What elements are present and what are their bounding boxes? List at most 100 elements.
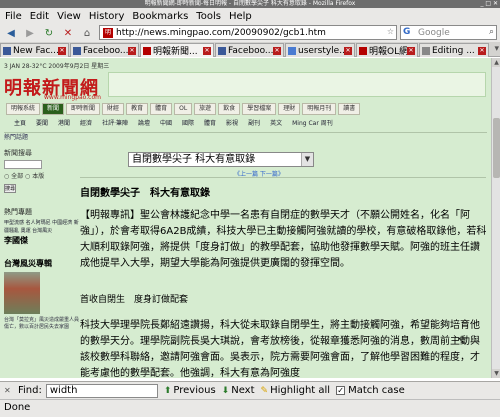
menu-edit[interactable]: Edit: [27, 11, 52, 22]
site-tab[interactable]: 教育: [126, 103, 149, 115]
section-link[interactable]: Ming Car 周刊: [292, 118, 333, 128]
stop-icon[interactable]: ✕: [60, 25, 76, 41]
ad-banner[interactable]: [108, 72, 486, 97]
forward-arrow-icon[interactable]: ▶: [22, 25, 38, 41]
article-body: 科技大學理學院長鄭紹遠讚揚，科大從未取錄自閉學生，將主動接觸阿強，希望能夠培育他…: [80, 320, 480, 378]
search-bar[interactable]: G Google ⌕: [400, 25, 497, 40]
editing-icon: [422, 46, 430, 55]
news-search-input[interactable]: [4, 160, 42, 169]
window-title: 明報新聞網-即時新聞-每日明報 - 自閉數學尖子 科大有意取錄 - Mozill…: [144, 0, 356, 7]
close-icon[interactable]: ✕: [128, 46, 136, 55]
tab-facebook-1[interactable]: Faceboo... ✕: [70, 43, 139, 57]
hot-topic-name[interactable]: 李國傑: [4, 235, 80, 246]
close-icon[interactable]: ✕: [478, 46, 486, 55]
divider: [80, 177, 486, 178]
menu-tools[interactable]: Tools: [193, 11, 224, 22]
find-input[interactable]: width: [45, 383, 158, 398]
section-link[interactable]: 要聞: [36, 118, 48, 128]
section-link[interactable]: 國際: [182, 118, 194, 128]
back-arrow-icon[interactable]: ◀: [3, 25, 19, 41]
site-tab[interactable]: 明報月刊: [302, 103, 337, 115]
site-tab[interactable]: 理財: [278, 103, 301, 115]
close-icon[interactable]: ✕: [344, 46, 352, 55]
section-link[interactable]: 社評·筆陣: [102, 118, 128, 128]
hot-topics-list[interactable]: 甲型流感 名人阿瑪尼 中國經濟 新疆騷亂 奧運 台灣風災: [4, 219, 80, 235]
chevron-down-icon[interactable]: ▼: [301, 153, 313, 166]
facebook-icon: [3, 46, 11, 55]
navigation-toolbar: ◀ ▶ ↻ ✕ ⌂ 明 http://news.mingpao.com/2009…: [0, 24, 500, 42]
find-previous-label: Previous: [173, 385, 216, 396]
close-icon[interactable]: ✕: [4, 386, 12, 395]
tab-list-icon[interactable]: ▾: [494, 44, 499, 54]
site-tab[interactable]: 即時新聞: [66, 103, 101, 115]
news-search-scope[interactable]: ○ 全部 ○ 本版: [4, 171, 80, 180]
site-tab[interactable]: 讀書: [338, 103, 361, 115]
reload-icon[interactable]: ↻: [41, 25, 57, 41]
site-tab[interactable]: 旅遊: [194, 103, 217, 115]
menu-history[interactable]: History: [86, 11, 128, 22]
google-engine-icon[interactable]: G: [403, 27, 415, 39]
site-tab[interactable]: 體育: [150, 103, 173, 115]
match-case-label[interactable]: Match case: [348, 385, 405, 396]
close-icon[interactable]: ✕: [58, 46, 66, 55]
menu-view[interactable]: View: [54, 11, 84, 22]
logo-subtitle: www.mingpao.com: [44, 94, 101, 101]
section-link[interactable]: 副刊: [248, 118, 260, 128]
find-previous-button[interactable]: ⬆ Previous: [164, 385, 216, 396]
tab-mingpao-news[interactable]: 明報新聞... ✕: [140, 43, 214, 57]
menu-bar: File Edit View History Bookmarks Tools H…: [0, 8, 500, 24]
menu-file[interactable]: File: [2, 11, 25, 22]
scroll-down-icon[interactable]: ▼: [492, 369, 500, 378]
news-search-button[interactable]: 搜尋: [4, 184, 16, 193]
section-link[interactable]: 英文: [270, 118, 282, 128]
tab-mingpao-ol[interactable]: 明報OL網 ✕: [356, 43, 418, 57]
section-link[interactable]: 港聞: [58, 118, 70, 128]
close-icon[interactable]: ✕: [203, 46, 211, 55]
typhoon-feature-title[interactable]: 台灣風災專輯: [4, 258, 80, 269]
arrow-down-icon: ⬇: [221, 385, 230, 396]
section-link[interactable]: 中國: [160, 118, 172, 128]
section-link[interactable]: 影視: [226, 118, 238, 128]
article-select-value[interactable]: 自閉數學尖子 科大有意取錄: [132, 154, 255, 165]
find-next-label: Next: [231, 385, 255, 396]
match-case-checkbox[interactable]: ✓: [336, 386, 346, 395]
tab-userstyles[interactable]: userstyle... ✕: [285, 43, 355, 57]
tab-new-fac[interactable]: New Fac... ✕: [0, 43, 69, 57]
section-link[interactable]: 論壇: [138, 118, 150, 128]
close-icon[interactable]: ✕: [273, 46, 281, 55]
left-sidebar: 新聞搜尋 ○ 全部 ○ 本版 搜尋 熱門專題 甲型流感 名人阿瑪尼 中國經濟 新…: [4, 148, 80, 331]
site-tab[interactable]: 財經: [102, 103, 125, 115]
search-icon[interactable]: ⌕: [489, 27, 494, 37]
highlight-all-button[interactable]: ✎ Highlight all: [261, 385, 331, 396]
site-tab[interactable]: 學習檔案: [242, 103, 277, 115]
section-link[interactable]: 主頁: [14, 118, 26, 128]
section-link[interactable]: 經濟: [80, 118, 92, 128]
tab-editing[interactable]: Editing ... ✕: [419, 43, 489, 57]
mingpao-icon: [359, 46, 367, 55]
typhoon-feature-image[interactable]: [4, 272, 40, 314]
window-controls[interactable]: _ □ ✕: [480, 0, 498, 8]
arrow-up-icon: ⬆: [163, 385, 172, 396]
section-link[interactable]: 體育: [204, 118, 216, 128]
site-tab[interactable]: OL: [174, 103, 193, 115]
menu-bookmarks[interactable]: Bookmarks: [129, 11, 191, 22]
highlighter-icon: ✎: [260, 385, 269, 396]
url-bar[interactable]: 明 http://news.mingpao.com/20090902/gcb1.…: [99, 25, 397, 40]
menu-help[interactable]: Help: [226, 11, 255, 22]
site-tab[interactable]: 明報系統: [6, 103, 41, 115]
search-placeholder[interactable]: Google: [418, 28, 450, 38]
home-icon[interactable]: ⌂: [79, 25, 95, 41]
bookmark-star-icon[interactable]: ☆: [387, 27, 394, 36]
scroll-thumb[interactable]: [493, 118, 500, 178]
find-next-button[interactable]: ⬇ Next: [222, 385, 255, 396]
scroll-up-icon[interactable]: ▲: [492, 58, 500, 67]
vertical-scrollbar[interactable]: ▲ ▼: [491, 58, 500, 378]
site-tab[interactable]: 飲食: [218, 103, 241, 115]
tab-facebook-2[interactable]: Faceboo... ✕: [215, 43, 284, 57]
window-title-bar: 明報新聞網-即時新聞-每日明報 - 自閉數學尖子 科大有意取錄 - Mozill…: [0, 0, 500, 8]
close-icon[interactable]: ✕: [407, 46, 415, 55]
site-tab[interactable]: 新聞: [42, 103, 65, 115]
article-select-dropdown[interactable]: 自閉數學尖子 科大有意取錄 ▼: [128, 152, 314, 167]
breadcrumb[interactable]: 熱門話題: [4, 132, 487, 142]
url-text[interactable]: http://news.mingpao.com/20090902/gcb1.ht…: [116, 28, 326, 38]
